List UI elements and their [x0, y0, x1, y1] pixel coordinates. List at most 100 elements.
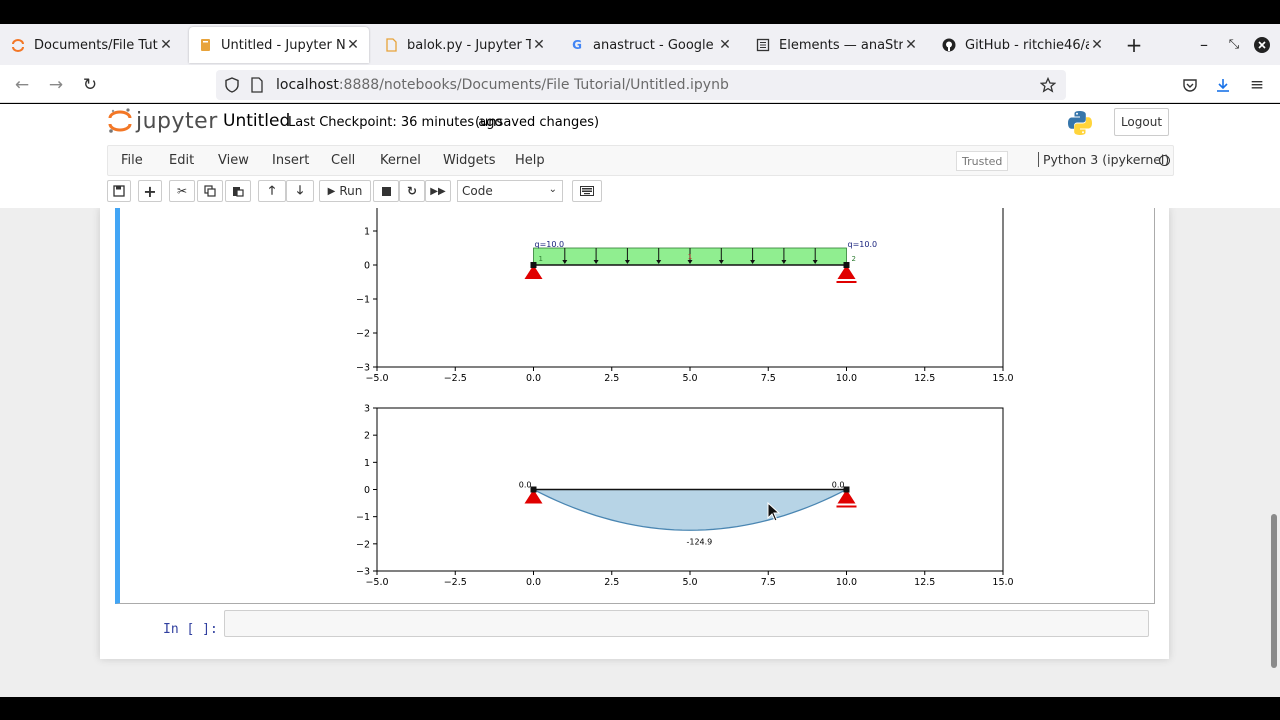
- star-icon[interactable]: [1040, 77, 1056, 93]
- download-icon[interactable]: [1209, 71, 1237, 99]
- x-tick-label: 2.5: [604, 577, 619, 588]
- google-icon: G: [572, 38, 582, 52]
- scrollbar-thumb[interactable]: [1271, 514, 1277, 668]
- logout-button[interactable]: Logout: [1114, 108, 1169, 136]
- menu-insert[interactable]: Insert: [272, 153, 309, 168]
- cell-type-select[interactable]: Code ⌄: [457, 180, 563, 202]
- menu-icon[interactable]: ≡: [1243, 71, 1271, 99]
- save-icon: [113, 185, 125, 197]
- save-button[interactable]: [107, 180, 131, 202]
- top-letterbox: [0, 0, 1280, 24]
- x-tick-label: −5.0: [365, 373, 388, 384]
- back-arrow-icon[interactable]: ←: [8, 71, 36, 99]
- x-tick-label: 7.5: [761, 577, 776, 588]
- x-tick-label: −2.5: [444, 373, 467, 384]
- move-up-button[interactable]: 🡑: [258, 180, 286, 202]
- new-tab-button[interactable]: +: [1118, 24, 1150, 65]
- python-logo-icon: [1066, 109, 1094, 141]
- notebook-container: −5.0−2.50.02.55.07.510.012.515.0210−1−2−…: [100, 208, 1169, 659]
- jupyter-logo[interactable]: jupyter: [108, 107, 218, 135]
- scissors-icon: ✂: [176, 184, 188, 198]
- url-host: localhost: [276, 77, 339, 93]
- x-tick-label: 7.5: [761, 373, 776, 384]
- paste-button[interactable]: [225, 180, 251, 202]
- x-tick-label: 5.0: [682, 373, 697, 384]
- tab-balok[interactable]: balok.py - Jupyter Text Editor ✕: [375, 27, 555, 63]
- window-close-icon[interactable]: [1246, 24, 1278, 65]
- cell-type-value: Code: [462, 184, 493, 198]
- interrupt-button[interactable]: [373, 180, 399, 202]
- tab-elements[interactable]: Elements — anaStruct ✕: [747, 27, 927, 63]
- address-bar[interactable]: localhost:8888/notebooks/Documents/File …: [216, 70, 1066, 100]
- jupyter-icon: [10, 37, 26, 53]
- notebook-title[interactable]: Untitled: [223, 111, 290, 131]
- reload-icon[interactable]: ↻: [76, 71, 104, 99]
- browser-tab-strip: Documents/File Tutorial ✕ Untitled - Jup…: [0, 24, 1280, 65]
- tab-github[interactable]: GitHub - ritchie46/anaStruct ✕: [933, 27, 1113, 63]
- github-icon: [941, 37, 957, 53]
- menu-file[interactable]: File: [121, 153, 143, 168]
- command-palette-button[interactable]: [572, 180, 602, 202]
- url-path: :8888/notebooks/Documents/File Tutorial/…: [338, 77, 729, 93]
- code-input[interactable]: [224, 610, 1149, 637]
- pocket-icon[interactable]: [1176, 71, 1204, 99]
- y-tick-label: 1: [364, 458, 370, 469]
- tab-untitled[interactable]: Untitled - Jupyter Notebook ✕: [189, 27, 369, 63]
- y-tick-label: 1: [364, 227, 370, 238]
- load-label: q=10.0: [535, 240, 565, 249]
- y-tick-label: −1: [356, 512, 370, 523]
- y-tick-label: 0: [364, 261, 370, 272]
- x-tick-label: 0.0: [526, 373, 541, 384]
- stop-icon: [381, 186, 391, 196]
- notebook-area[interactable]: −5.0−2.50.02.55.07.510.012.515.0210−1−2−…: [0, 208, 1280, 697]
- trusted-indicator[interactable]: Trusted: [956, 151, 1009, 171]
- restart-icon: ↻: [406, 184, 418, 198]
- menu-cell[interactable]: Cell: [331, 153, 355, 168]
- tab-google[interactable]: G anastruct - Google Search ✕: [561, 27, 741, 63]
- insert-cell-button[interactable]: +: [138, 180, 162, 202]
- max-moment-label: -124.9: [686, 537, 712, 546]
- bottom-letterbox: [0, 697, 1280, 720]
- plot-frame: [376, 208, 1004, 368]
- x-tick-label: 15.0: [992, 373, 1013, 384]
- element-label: 1: [688, 253, 692, 261]
- minimize-icon[interactable]: –: [1188, 24, 1220, 65]
- close-icon[interactable]: ✕: [531, 37, 547, 53]
- copy-button[interactable]: [197, 180, 223, 202]
- y-tick-label: −3: [356, 363, 370, 374]
- tab-documents[interactable]: Documents/File Tutorial ✕: [2, 27, 182, 63]
- y-tick-label: −2: [356, 539, 370, 550]
- run-button[interactable]: ▶ Run: [319, 180, 371, 202]
- run-label: Run: [339, 184, 363, 198]
- support-node: [843, 486, 850, 493]
- move-down-button[interactable]: 🡓: [286, 180, 314, 202]
- selected-output-cell[interactable]: −5.0−2.50.02.55.07.510.012.515.0210−1−2−…: [115, 208, 1155, 604]
- menu-bar: File Edit View Insert Cell Kernel Widget…: [107, 145, 1174, 176]
- close-icon[interactable]: ✕: [717, 37, 733, 53]
- close-icon[interactable]: ✕: [158, 37, 174, 53]
- jupyter-logo-text: jupyter: [136, 108, 218, 134]
- close-icon[interactable]: ✕: [345, 37, 361, 53]
- checkpoint-status: Last Checkpoint: 36 minutes ago: [288, 115, 503, 130]
- close-icon[interactable]: ✕: [903, 37, 919, 53]
- menu-view[interactable]: View: [218, 153, 249, 168]
- restart-run-all-button[interactable]: ▶▶: [425, 180, 451, 202]
- cut-button[interactable]: ✂: [169, 180, 195, 202]
- forward-arrow-icon[interactable]: →: [42, 71, 70, 99]
- x-tick-label: 10.0: [836, 577, 857, 588]
- url-text: localhost:8888/notebooks/Documents/File …: [276, 77, 729, 93]
- arrow-down-icon: 🡓: [296, 182, 304, 197]
- y-tick-label: −2: [356, 329, 370, 340]
- browser-nav-bar: ← → ↻ localhost:8888/notebooks/Documents…: [0, 65, 1280, 103]
- menu-edit[interactable]: Edit: [169, 153, 194, 168]
- x-tick-label: 15.0: [992, 577, 1013, 588]
- notebook-icon: [197, 37, 213, 53]
- close-icon[interactable]: ✕: [1089, 37, 1105, 53]
- menu-kernel[interactable]: Kernel: [380, 153, 421, 168]
- plus-icon: +: [143, 181, 157, 201]
- restart-button[interactable]: ↻: [399, 180, 425, 202]
- fast-forward-icon: ▶▶: [430, 185, 446, 197]
- menu-help[interactable]: Help: [515, 153, 545, 168]
- menu-widgets[interactable]: Widgets: [443, 153, 496, 168]
- support-node: [530, 486, 537, 493]
